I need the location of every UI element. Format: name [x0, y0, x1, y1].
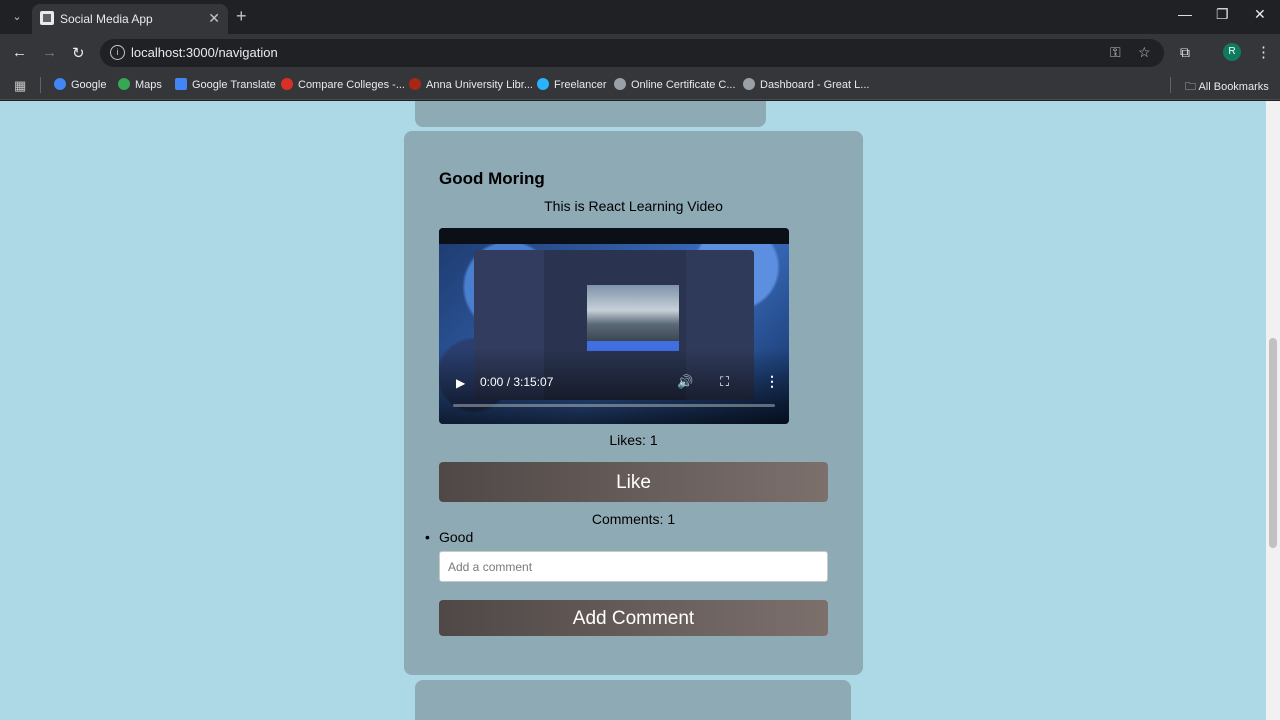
favicon-icon — [40, 11, 54, 25]
fullscreen-icon[interactable]: ⛶ — [720, 374, 729, 390]
scrollbar-thumb[interactable] — [1269, 338, 1277, 548]
restore-icon[interactable]: ❐ — [1216, 6, 1229, 23]
more-options-icon[interactable]: ⋮ — [765, 373, 779, 390]
video-time: 0:00 / 3:15:07 — [480, 375, 554, 389]
comments-count: Comments: 1 — [591, 511, 676, 527]
page-scrollbar[interactable] — [1266, 101, 1280, 720]
browser-menu-icon[interactable]: ⋮ — [1256, 43, 1271, 61]
previous-post-card — [415, 101, 766, 127]
comment-input[interactable] — [439, 551, 828, 582]
google-icon — [54, 78, 66, 90]
page-viewport: Good Moring This is React Learning Video… — [0, 101, 1266, 720]
minimize-icon[interactable]: — — [1178, 6, 1192, 22]
divider — [40, 77, 41, 93]
university-icon — [409, 78, 421, 90]
apps-grid-icon[interactable]: ▦ — [14, 78, 26, 94]
tab-title: Social Media App — [60, 12, 153, 26]
video-frame-photo — [587, 285, 679, 341]
like-button[interactable]: Like — [439, 462, 828, 502]
tab-strip: ⌄ Social Media App ✕ + — ❐ ✕ — [0, 0, 1280, 34]
window-close-icon[interactable]: ✕ — [1254, 6, 1266, 23]
back-icon[interactable]: ← — [12, 44, 27, 61]
maps-icon — [118, 78, 130, 90]
new-tab-icon[interactable]: + — [236, 6, 247, 27]
profile-avatar[interactable]: R — [1223, 43, 1241, 61]
video-frame-topbar — [439, 228, 789, 244]
bookmark-maps[interactable]: Maps — [118, 78, 162, 91]
likes-count: Likes: 1 — [609, 432, 658, 448]
browser-toolbar: ← → ↻ i localhost:3000/navigation ⚿ ☆ ⧉ … — [0, 34, 1280, 72]
bookmark-compare-colleges[interactable]: Compare Colleges -... — [281, 78, 405, 91]
bookmark-star-icon[interactable]: ☆ — [1138, 44, 1151, 61]
reload-icon[interactable]: ↻ — [72, 44, 85, 62]
all-bookmarks-button[interactable]: 🗀 All Bookmarks — [1185, 78, 1269, 97]
browser-tab[interactable]: Social Media App ✕ — [32, 4, 228, 34]
password-key-icon[interactable]: ⚿ — [1110, 44, 1121, 61]
url-text[interactable]: localhost:3000/navigation — [131, 45, 278, 60]
forward-icon[interactable]: → — [42, 44, 57, 61]
extensions-icon[interactable]: ⧉ — [1180, 44, 1190, 61]
comment-list: Good — [425, 529, 473, 545]
bookmark-google[interactable]: Google — [54, 78, 106, 91]
certificate-icon — [614, 78, 626, 90]
bookmarks-bar: ▦ Google Maps Google Translate Compare C… — [0, 72, 1280, 100]
next-post-card — [415, 680, 851, 720]
bookmark-translate[interactable]: Google Translate — [175, 78, 276, 91]
tab-search-icon[interactable]: ⌄ — [8, 8, 26, 26]
bookmark-dashboard[interactable]: Dashboard - Great L... — [743, 78, 869, 91]
play-icon[interactable]: ▶ — [456, 376, 465, 390]
video-player[interactable]: ▶ 0:00 / 3:15:07 🔊 ⛶ ⋮ — [439, 228, 789, 424]
add-comment-button[interactable]: Add Comment — [439, 600, 828, 636]
address-bar[interactable]: i localhost:3000/navigation ⚿ ☆ — [100, 39, 1164, 67]
comment-item: Good — [425, 529, 473, 545]
bookmark-online-certificate[interactable]: Online Certificate C... — [614, 78, 736, 91]
colleges-icon — [281, 78, 293, 90]
post-card: Good Moring This is React Learning Video… — [404, 131, 863, 675]
bookmark-freelancer[interactable]: Freelancer — [537, 78, 607, 91]
folder-icon: 🗀 — [1185, 81, 1199, 93]
divider — [1170, 77, 1171, 93]
volume-icon[interactable]: 🔊 — [677, 374, 693, 390]
close-tab-icon[interactable]: ✕ — [208, 10, 220, 27]
bookmark-anna-university[interactable]: Anna University Libr... — [409, 78, 533, 91]
post-description: This is React Learning Video — [544, 198, 723, 214]
video-progress-bar[interactable] — [453, 404, 775, 407]
dashboard-icon — [743, 78, 755, 90]
freelancer-icon — [537, 78, 549, 90]
post-title: Good Moring — [439, 169, 545, 188]
translate-icon — [175, 78, 187, 90]
site-info-icon[interactable]: i — [110, 45, 125, 60]
